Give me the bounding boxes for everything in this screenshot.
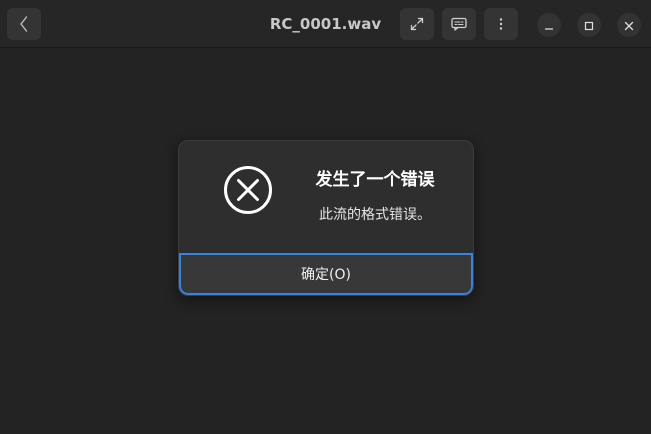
subtitles-button[interactable] bbox=[442, 8, 476, 40]
vertical-dots-icon bbox=[498, 16, 504, 32]
dialog-message: 此流的格式错误。 bbox=[319, 207, 431, 223]
minimize-icon bbox=[544, 16, 554, 35]
expand-icon bbox=[409, 16, 425, 32]
app-window: RC_0001.wav 发生了一个错误 此流的格式错误。 确定(O) bbox=[0, 0, 651, 434]
maximize-button[interactable] bbox=[577, 13, 601, 37]
back-button[interactable] bbox=[7, 8, 41, 40]
menu-button[interactable] bbox=[484, 8, 518, 40]
chevron-left-icon bbox=[17, 15, 31, 33]
dialog-title: 发生了一个错误 bbox=[315, 170, 435, 190]
ok-button[interactable]: 确定(O) bbox=[179, 253, 473, 295]
error-circle-x-icon bbox=[223, 165, 273, 215]
maximize-icon bbox=[584, 16, 594, 35]
subtitles-icon bbox=[450, 16, 468, 32]
close-button[interactable] bbox=[617, 13, 641, 37]
window-title: RC_0001.wav bbox=[269, 15, 382, 33]
headerbar: RC_0001.wav bbox=[0, 0, 651, 48]
fullscreen-button[interactable] bbox=[400, 8, 434, 40]
error-dialog: 发生了一个错误 此流的格式错误。 确定(O) bbox=[178, 140, 474, 296]
minimize-button[interactable] bbox=[537, 13, 561, 37]
close-icon bbox=[624, 16, 634, 35]
